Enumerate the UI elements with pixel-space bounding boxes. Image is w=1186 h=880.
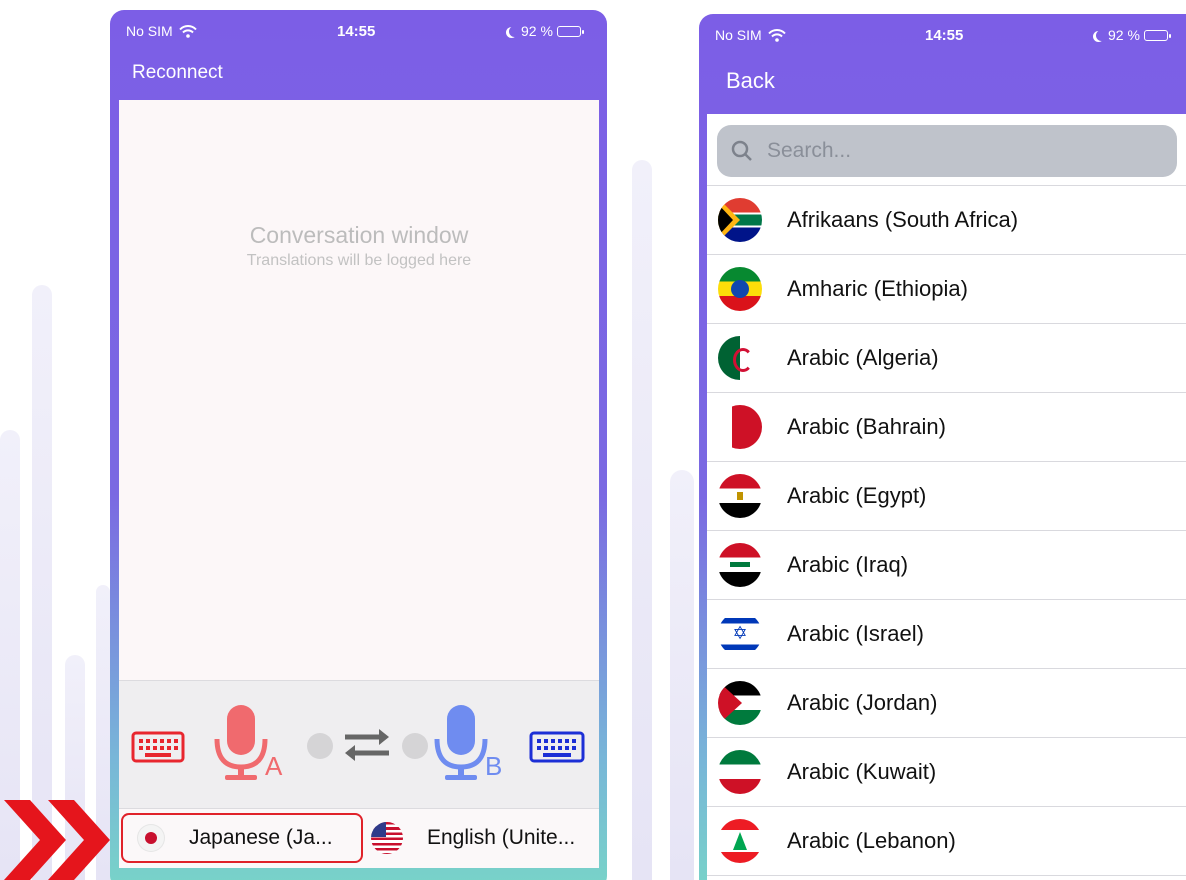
mic-b-letter: B — [485, 751, 503, 781]
language-name: Arabic (Bahrain) — [787, 414, 946, 439]
language-selector-bar: Japanese (Ja... English (Unite... — [119, 808, 599, 868]
language-name: Arabic (Lebanon) — [787, 828, 956, 853]
language-name: Arabic (Israel) — [787, 621, 924, 646]
language-row-arabic-jordan[interactable]: Arabic (Jordan) — [707, 669, 1186, 738]
language-list: Afrikaans (South Africa) Amharic (Ethiop… — [707, 114, 1186, 880]
conversation-title: Conversation window — [249, 222, 469, 248]
japan-flag-icon — [137, 824, 165, 852]
iraq-flag-icon — [718, 543, 762, 587]
keyboard-icon[interactable] — [131, 731, 185, 763]
status-dot-a — [307, 733, 333, 759]
conversation-window: Conversation window Translations will be… — [119, 100, 599, 680]
usa-flag-icon — [371, 822, 403, 854]
control-bar: A B — [119, 680, 599, 808]
target-language-button[interactable]: English (Unite... — [371, 813, 597, 863]
language-row-arabic-bahrain[interactable]: Arabic (Bahrain) — [707, 393, 1186, 462]
language-name: Arabic (Jordan) — [787, 690, 938, 715]
search-icon — [731, 140, 752, 161]
back-button[interactable]: Back — [726, 68, 775, 94]
source-language-button[interactable]: Japanese (Ja... — [121, 813, 363, 863]
status-bar: No SIM 14:55 92 % — [699, 14, 1186, 56]
language-row-arabic-lebanon[interactable]: Arabic (Lebanon) — [707, 807, 1186, 876]
background-bar — [32, 285, 52, 880]
battery-percent: 92 % — [1108, 27, 1140, 43]
carrier-label: No SIM — [126, 23, 173, 39]
reconnect-button[interactable]: Reconnect — [132, 62, 223, 84]
phone-language-list-screen: No SIM 14:55 92 % Back Search... Afrikaa… — [699, 14, 1186, 880]
background-bar — [670, 470, 694, 880]
carrier-label: No SIM — [715, 27, 762, 43]
egypt-flag-icon — [718, 474, 762, 518]
language-name: Arabic (Iraq) — [787, 552, 909, 577]
jordan-flag-icon — [718, 681, 762, 725]
clock-time: 14:55 — [337, 23, 376, 40]
clock-time: 14:55 — [925, 27, 964, 44]
battery-icon — [556, 25, 584, 37]
bahrain-flag-icon — [718, 405, 762, 449]
language-row-arabic-israel[interactable]: Arabic (Israel) — [707, 600, 1186, 669]
moon-icon — [1096, 30, 1107, 41]
keyboard-icon[interactable] — [529, 731, 585, 763]
ethiopia-flag-icon — [718, 267, 762, 311]
search-input[interactable] — [767, 139, 1127, 163]
moon-icon — [509, 26, 520, 37]
microphone-a-icon[interactable] — [211, 703, 271, 783]
battery-icon — [1143, 29, 1171, 41]
search-bar — [707, 114, 1186, 186]
conversation-subtitle: Translations will be logged here — [246, 252, 472, 269]
source-language-label: Japanese (Ja... — [189, 826, 333, 849]
target-language-label: English (Unite... — [427, 826, 576, 849]
phone-conversation-screen: No SIM 14:55 92 % Reconnect Conversation… — [110, 10, 607, 880]
language-row-afrikaans-south-africa[interactable]: Afrikaans (South Africa) — [707, 186, 1186, 255]
kuwait-flag-icon — [718, 750, 762, 794]
status-dot-b — [402, 733, 428, 759]
status-bar: No SIM 14:55 92 % — [110, 10, 607, 52]
language-row-arabic-egypt[interactable]: Arabic (Egypt) — [707, 462, 1186, 531]
lebanon-flag-icon — [718, 819, 762, 863]
language-row-amharic-ethiopia[interactable]: Amharic (Ethiopia) — [707, 255, 1186, 324]
background-bar — [632, 160, 652, 880]
double-chevron-right-icon — [4, 800, 110, 880]
algeria-flag-icon — [718, 336, 762, 380]
language-row-arabic-kuwait[interactable]: Arabic (Kuwait) — [707, 738, 1186, 807]
mic-a-letter: A — [265, 751, 283, 781]
language-name: Afrikaans (South Africa) — [787, 207, 1019, 232]
battery-percent: 92 % — [521, 23, 553, 39]
language-name: Arabic (Algeria) — [787, 345, 939, 370]
language-name: Arabic (Egypt) — [787, 483, 927, 508]
israel-flag-icon — [718, 612, 762, 656]
language-name: Amharic (Ethiopia) — [787, 276, 968, 301]
wifi-icon — [767, 28, 786, 42]
language-row-arabic-algeria[interactable]: Arabic (Algeria) — [707, 324, 1186, 393]
language-row-arabic-iraq[interactable]: Arabic (Iraq) — [707, 531, 1186, 600]
language-name: Arabic (Kuwait) — [787, 759, 937, 784]
south-africa-flag-icon — [718, 198, 762, 242]
wifi-icon — [178, 24, 197, 38]
swap-arrows-icon[interactable] — [343, 727, 391, 763]
microphone-b-icon[interactable] — [431, 703, 491, 783]
